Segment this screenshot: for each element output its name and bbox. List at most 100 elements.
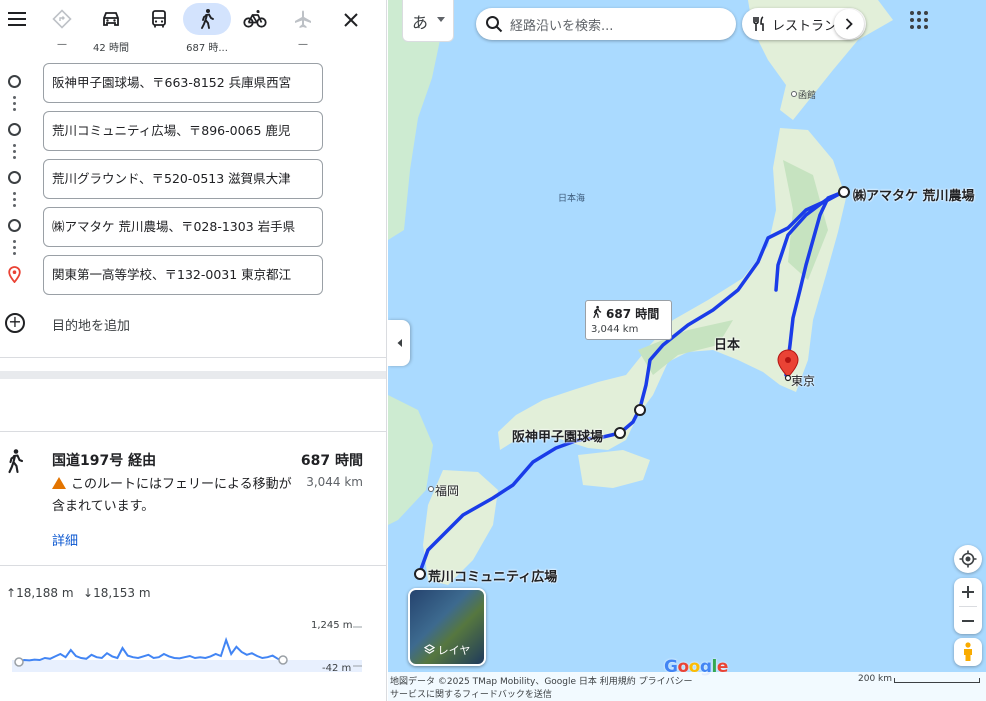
elevation-gain-value: 18,188 m	[16, 586, 74, 600]
add-destination-label: 目的地を追加	[52, 319, 131, 334]
zoom-in-button[interactable]	[962, 578, 974, 606]
elevation-loss-value: 18,153 m	[93, 586, 151, 600]
shikoku-landmass	[578, 450, 650, 488]
divider	[0, 357, 386, 358]
map-footer: 地図データ ©2025 TMap Mobility、Google 日本 利用規約…	[388, 672, 986, 701]
footer-feedback-link[interactable]: サービスに関するフィードバックを送信	[390, 687, 552, 700]
divider	[0, 431, 386, 432]
map-label-japan: 日本	[714, 338, 741, 353]
stop-row: 荒川グラウンド、〒520-0513 滋賀県大津	[0, 159, 386, 199]
divider	[0, 565, 386, 566]
collapse-panel-button[interactable]	[388, 320, 410, 366]
menu-button[interactable]	[6, 8, 28, 30]
car-icon	[103, 12, 119, 26]
diamond-arrow-icon	[52, 9, 72, 29]
maps-app: — 42 時間 687 時... — 阪神甲子園球場、〒663-8152 兵庫県…	[0, 0, 986, 701]
pin-center	[785, 357, 791, 363]
mode-car[interactable]: 42 時間	[87, 3, 135, 54]
travel-mode-bar: — 42 時間 687 時... —	[0, 0, 386, 56]
stop-input[interactable]: 関東第一高等学校、〒132-0031 東京都江	[43, 255, 323, 295]
layer-label: レイヤ	[410, 642, 484, 658]
callout-distance: 3,044 km	[591, 324, 639, 335]
stop-circle-icon	[8, 219, 21, 232]
stop-circle-icon	[8, 171, 21, 184]
route-distance: 3,044 km	[306, 475, 363, 489]
search-placeholder: 経路沿いを検索...	[510, 18, 614, 34]
map-label-fukuoka: 福岡	[435, 484, 460, 498]
ime-toggle-button[interactable]: あ	[402, 0, 454, 42]
waypoint-marker[interactable]	[634, 404, 646, 416]
add-destination-button[interactable]: + 目的地を追加	[0, 308, 386, 338]
map-label-arakawa: 荒川コミュニティ広場	[428, 570, 558, 585]
directions-panel: — 42 時間 687 時... — 阪神甲子園球場、〒663-8152 兵庫県…	[0, 0, 387, 701]
bus-icon	[152, 10, 166, 28]
elevation-end-marker	[278, 655, 288, 665]
elevation-loss: ↓18,153 m	[83, 586, 151, 600]
stop-input[interactable]: 荒川グラウンド、〒520-0513 滋賀県大津	[43, 159, 323, 199]
zoom-out-button[interactable]	[962, 607, 974, 634]
divider	[0, 371, 386, 379]
details-link[interactable]: 詳細	[52, 530, 78, 549]
route-time: 687 時間	[300, 453, 363, 469]
mode-flight[interactable]: —	[279, 3, 327, 53]
route-callout[interactable]: 687 時間 3,044 km	[585, 300, 672, 340]
waypoint-marker[interactable]	[414, 568, 426, 580]
scale-label[interactable]: 200 km	[858, 674, 892, 684]
footer-attribution[interactable]: 地図データ ©2025 TMap Mobility、Google 日本 利用規約…	[390, 674, 692, 687]
my-location-button[interactable]	[954, 545, 982, 573]
close-icon	[344, 13, 358, 27]
stop-circle-icon	[8, 123, 21, 136]
minus-icon	[962, 619, 974, 622]
map-label-koshien: 阪神甲子園球場	[512, 430, 604, 445]
walk-icon	[8, 449, 24, 474]
crosshair-icon	[959, 550, 977, 568]
waypoint-marker[interactable]	[614, 427, 626, 439]
close-directions-button[interactable]	[338, 7, 364, 33]
waypoint-marker[interactable]	[838, 186, 850, 198]
chip-next-button[interactable]	[834, 9, 864, 39]
scale-bar	[894, 678, 980, 683]
ime-label: あ	[412, 12, 429, 32]
search-icon	[486, 16, 503, 33]
mode-duration: 42 時間	[93, 43, 129, 54]
chevron-left-icon	[397, 339, 402, 347]
search-along-route-input[interactable]: 経路沿いを検索...	[476, 8, 736, 40]
origin-circle-icon	[8, 75, 21, 88]
elevation-gain: ↑18,188 m	[6, 586, 74, 600]
route-option[interactable]: 国道197号 経由 687 時間 3,044 km このルートにはフェリーによる…	[0, 440, 386, 565]
callout-time: 687 時間	[606, 307, 660, 321]
mode-duration: 687 時...	[186, 43, 228, 54]
mode-bicycle[interactable]	[231, 3, 279, 53]
street-view-pegman-button[interactable]	[954, 638, 982, 666]
mode-walk[interactable]: 687 時...	[183, 3, 231, 54]
hakodate-marker	[791, 91, 797, 97]
walk-icon	[201, 9, 214, 29]
stop-input[interactable]: ㈱アマタケ 荒川農場、〒028-1303 岩手県	[43, 207, 323, 247]
ferry-warning-text: このルートにはフェリーによる移動が含まれています。	[52, 477, 292, 514]
layers-button[interactable]: レイヤ	[408, 588, 486, 666]
korea-landmass	[388, 395, 433, 525]
warning-icon	[52, 477, 66, 489]
stop-row: 荒川コミュニティ広場、〒896-0065 鹿児	[0, 111, 386, 151]
chip-label: レストラン	[772, 18, 838, 34]
map-canvas[interactable]: 函館 日本海 日本 東京 福岡 ㈱アマタケ 荒川農場 阪神甲子園球場 荒川コミュ…	[388, 0, 986, 701]
plane-icon	[295, 10, 311, 28]
caret-down-icon	[437, 17, 445, 22]
elevation-start-marker	[14, 657, 24, 667]
fork-knife-icon	[753, 16, 764, 31]
apps-grid-icon[interactable]	[909, 10, 929, 30]
chevron-right-icon	[845, 18, 853, 30]
elevation-profile: ↑18,188 m ↓18,153 m 1,245 m -42 m	[0, 580, 386, 690]
map-label-tokyo: 東京	[791, 374, 816, 388]
plus-icon	[962, 586, 974, 598]
walk-icon	[593, 305, 602, 319]
mode-best-route[interactable]: —	[38, 3, 86, 53]
mode-transit[interactable]	[135, 3, 183, 53]
stop-row: ㈱アマタケ 荒川農場、〒028-1303 岩手県	[0, 207, 386, 247]
elevation-max-label: 1,245 m	[311, 620, 353, 631]
stop-input[interactable]: 荒川コミュニティ広場、〒896-0065 鹿児	[43, 111, 323, 151]
elevation-min-label: -42 m	[322, 663, 351, 674]
pegman-icon	[964, 642, 972, 661]
destination-pin-icon	[8, 266, 21, 283]
stop-input[interactable]: 阪神甲子園球場、〒663-8152 兵庫県西宮	[43, 63, 323, 103]
